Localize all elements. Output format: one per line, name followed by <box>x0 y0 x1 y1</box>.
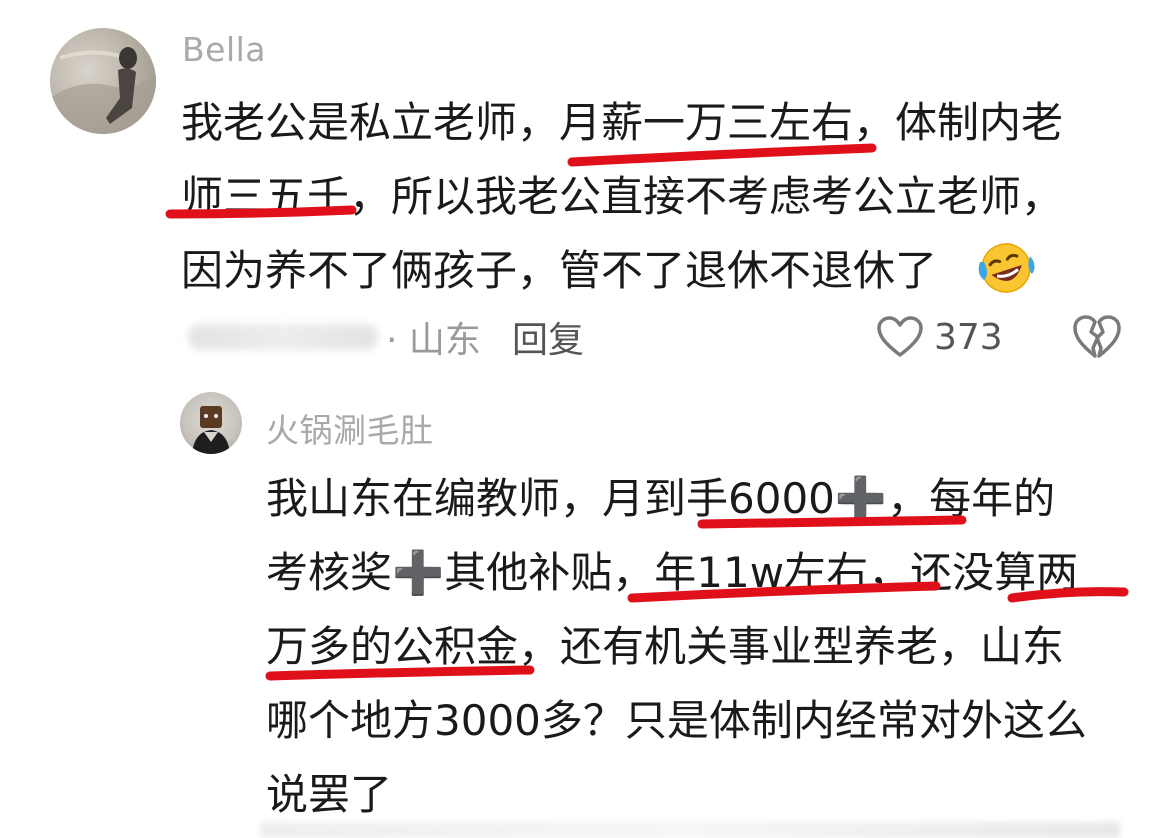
like-count: 373 <box>934 316 1003 358</box>
comment-text: 我老公是私立老师，月薪一万三左右，体制内老 师三五千，所以我老公直接不考虑考公立… <box>181 86 1063 308</box>
next-comment-preview <box>260 822 1120 838</box>
reply-avatar[interactable] <box>180 392 242 454</box>
comment-line: 师三五千，所以我老公直接不考虑考公立老师， <box>181 172 1064 221</box>
reply-username[interactable]: 火锅涮毛肚 <box>266 404 434 452</box>
reply-line: 我山东在编教师，月到手6000➕，每年的 <box>266 474 1056 523</box>
broken-heart-icon <box>1073 315 1121 358</box>
comment-line: 我老公是私立老师，月薪一万三左右，体制内老 <box>181 98 1064 147</box>
comment-line: 因为养不了俩孩子，管不了退休不退休了 <box>181 246 938 295</box>
avatar[interactable] <box>50 28 156 134</box>
reply-text: 我山东在编教师，月到手6000➕，每年的 考核奖➕其他补贴，年11w左右，还没算… <box>266 462 1087 832</box>
reply-line: 哪个地方3000多？只是体制内经常对外这么 <box>266 696 1087 745</box>
dislike-button[interactable] <box>1071 312 1123 364</box>
like-button[interactable]: 373 <box>876 310 1003 364</box>
heart-icon <box>877 316 923 357</box>
comment-username[interactable]: Bella <box>182 30 266 69</box>
comment-date <box>188 324 378 350</box>
reply-button[interactable]: 回复 <box>512 312 584 362</box>
reply-line: 考核奖➕其他补贴，年11w左右，还没算两 <box>266 548 1079 597</box>
reply-line: 万多的公积金，还有机关事业型养老，山东 <box>266 622 1065 671</box>
reply-line: 说罢了 <box>266 770 393 819</box>
comment-meta: · 山东 <box>180 312 481 362</box>
comment-location: · 山东 <box>386 320 481 361</box>
laughing-crying-emoji-icon <box>978 243 1035 293</box>
